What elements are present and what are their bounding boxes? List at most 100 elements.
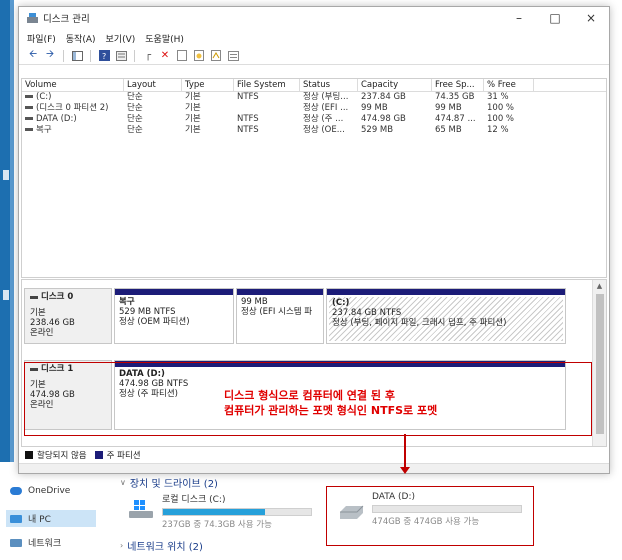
- back-arrow-icon[interactable]: 🡨: [27, 49, 39, 62]
- status-cell: 정상 (주 ...: [303, 114, 344, 124]
- volume-icon: [25, 117, 33, 120]
- check-icon[interactable]: [176, 50, 188, 62]
- file-system-cell: [234, 103, 300, 114]
- disk-icon: [30, 295, 38, 299]
- minimize-button[interactable]: –: [501, 7, 537, 29]
- partition-status: 정상 (부팅, 페이지 파일, 크래시 덤프, 주 파티션): [332, 318, 507, 328]
- scroll-up-icon[interactable]: ▲: [593, 280, 606, 292]
- strip-mark: [3, 170, 9, 180]
- volume-list: Volume Layout Type File System Status Ca…: [21, 78, 607, 278]
- volume-cell: DATA (D:): [22, 114, 124, 125]
- svg-text:?: ?: [102, 52, 106, 61]
- drive-usage-bar: [162, 508, 312, 516]
- maximize-button[interactable]: □: [537, 7, 573, 29]
- capacity-cell: 237.84 GB: [361, 92, 406, 102]
- show-hide-tree-icon[interactable]: [71, 50, 83, 62]
- disk-state: 온라인: [30, 328, 54, 338]
- partition-size: 99 MB: [241, 297, 268, 307]
- devices-section-header[interactable]: ∨ 장치 및 드라이브 (2): [120, 475, 218, 490]
- layout-cell: 단순: [127, 114, 143, 124]
- partition-size: 529 MB NTFS: [119, 307, 176, 317]
- column-header-volume[interactable]: Volume: [22, 79, 124, 91]
- free-space-cell: 74.35 GB: [435, 92, 475, 102]
- highlight-box-drive-d: [326, 486, 534, 546]
- scrollbar-thumb[interactable]: [596, 294, 604, 434]
- computer-icon: [10, 514, 22, 523]
- disk-name: 디스크 0: [30, 292, 106, 302]
- disk-row-0[interactable]: 디스크 0 기본 238.46 GB 온라인 복구 529 MB NTFS 정상…: [24, 288, 592, 344]
- free-space-cell: 474.87 ...: [435, 114, 476, 124]
- type-cell: 기본: [185, 114, 201, 124]
- forward-arrow-icon[interactable]: 🡪: [44, 49, 56, 62]
- list-view-icon[interactable]: [227, 50, 239, 62]
- column-header-type[interactable]: Type: [182, 79, 234, 91]
- windows-drive-icon: [128, 500, 154, 518]
- disk-management-window: 디스크 관리 – □ × 파일(F) 동작(A) 보기(V) 도움말(H) 🡨 …: [18, 6, 610, 474]
- menu-action[interactable]: 동작(A): [66, 32, 96, 45]
- file-explorer-pane: OneDrive 내 PC 네트워크 ∨ 장치 및 드라이브 (2) 로컬 디스…: [0, 462, 622, 560]
- close-button[interactable]: ×: [573, 7, 609, 29]
- menu-help[interactable]: 도움말(H): [145, 32, 184, 45]
- connect-icon[interactable]: ┌: [142, 50, 154, 62]
- type-cell: 기본: [185, 92, 201, 102]
- menu-file[interactable]: 파일(F): [27, 32, 56, 45]
- column-header-file-system[interactable]: File System: [234, 79, 300, 91]
- legend-swatch-primary: [94, 451, 103, 459]
- drive-c[interactable]: 로컬 디스크 (C:) 237GB 중 74.3GB 사용 가능: [128, 492, 312, 530]
- file-system-cell: NTFS: [237, 92, 259, 102]
- column-header-status[interactable]: Status: [300, 79, 358, 91]
- help-icon[interactable]: ?: [98, 50, 110, 62]
- section-title: 네트워크 위치 (2): [127, 542, 203, 553]
- menu-bar: 파일(F) 동작(A) 보기(V) 도움말(H): [19, 29, 609, 47]
- partition-size: 237.84 GB NTFS: [332, 308, 402, 318]
- menu-view[interactable]: 보기(V): [106, 32, 136, 45]
- column-header-free-space[interactable]: Free Sp...: [432, 79, 484, 91]
- partition-body: (C:) 237.84 GB NTFS 정상 (부팅, 페이지 파일, 크래시 …: [329, 297, 563, 341]
- table-row[interactable]: DATA (D:) 단순 기본 NTFS 정상 (주 ... 474.98 GB…: [22, 114, 606, 125]
- partition-status: 정상 (EFI 시스템 파: [241, 307, 313, 317]
- volume-name: DATA (D:): [36, 114, 77, 124]
- drive-free-space: 237GB 중 74.3GB 사용 가능: [162, 520, 272, 530]
- type-cell: 기본: [185, 103, 201, 113]
- partition-efi[interactable]: 99 MB 정상 (EFI 시스템 파: [236, 288, 324, 344]
- nav-item-network[interactable]: 네트워크: [10, 536, 61, 549]
- document-icon[interactable]: [210, 50, 222, 62]
- partition-name: (C:): [332, 298, 350, 308]
- table-row[interactable]: (C:) 단순 기본 NTFS 정상 (부팅... 237.84 GB 74.3…: [22, 92, 606, 103]
- column-header-percent-free[interactable]: % Free: [484, 79, 534, 91]
- network-icon: [10, 538, 22, 547]
- column-header-layout[interactable]: Layout: [124, 79, 182, 91]
- column-header-capacity[interactable]: Capacity: [358, 79, 432, 91]
- type-cell: 기본: [185, 125, 201, 135]
- disk-size: 238.46 GB: [30, 318, 75, 328]
- table-row[interactable]: 복구 단순 기본 NTFS 정상 (OE... 529 MB 65 MB 12 …: [22, 125, 606, 136]
- title-bar: 디스크 관리 – □ ×: [19, 7, 609, 29]
- percent-free-cell: 100 %: [487, 103, 515, 113]
- layout-cell: 단순: [127, 103, 143, 113]
- disk-label[interactable]: 디스크 0 기본 238.46 GB 온라인: [24, 288, 112, 344]
- partition-recovery[interactable]: 복구 529 MB NTFS 정상 (OEM 파티션): [114, 288, 234, 344]
- disk-management-icon: [27, 13, 38, 23]
- network-section-header[interactable]: › 네트워크 위치 (2): [120, 538, 203, 553]
- nav-item-label: OneDrive: [28, 486, 71, 496]
- vertical-scrollbar[interactable]: ▲: [592, 280, 606, 446]
- layout-cell: 단순: [127, 92, 143, 102]
- free-space-cell: 99 MB: [435, 103, 462, 113]
- legend-label-unallocated: 할당되지 않음: [37, 451, 87, 461]
- nav-item-this-pc[interactable]: 내 PC: [6, 510, 96, 527]
- rescan-icon[interactable]: [193, 50, 205, 62]
- disk-kind: 기본: [30, 308, 46, 318]
- table-row[interactable]: (디스크 0 파티션 2) 단순 기본 정상 (EFI ... 99 MB 99…: [22, 103, 606, 114]
- strip-edge: [10, 0, 14, 480]
- properties-icon[interactable]: [115, 50, 127, 62]
- status-bar: [19, 463, 609, 473]
- partition-c[interactable]: (C:) 237.84 GB NTFS 정상 (부팅, 페이지 파일, 크래시 …: [326, 288, 566, 344]
- partition-body: 복구 529 MB NTFS 정상 (OEM 파티션): [115, 295, 233, 329]
- toolbar-separator: [63, 49, 64, 62]
- delete-icon[interactable]: ✕: [159, 50, 171, 62]
- capacity-cell: 99 MB: [361, 103, 388, 113]
- capacity-cell: 529 MB: [361, 125, 394, 135]
- window-title: 디스크 관리: [43, 14, 90, 25]
- volume-cell: (디스크 0 파티션 2): [22, 103, 124, 114]
- nav-item-onedrive[interactable]: OneDrive: [10, 486, 70, 496]
